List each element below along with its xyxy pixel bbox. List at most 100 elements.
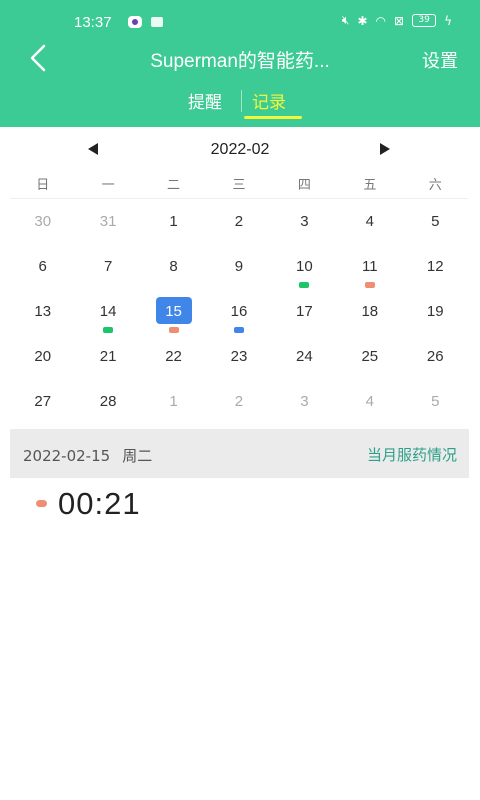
day-number: 3 [300,393,309,410]
next-month-icon[interactable] [380,143,390,155]
calendar-week-row: 20 21 22 23 24 25 26 [10,335,468,380]
calendar-day[interactable]: 13 [10,290,75,335]
month-navigator: 2022-02 [0,138,480,164]
day-number: 22 [165,348,182,365]
calendar-day[interactable]: 11 [337,245,402,290]
calendar-day[interactable]: 27 [10,380,75,425]
calendar-day[interactable]: 2 [206,380,271,425]
weekday-label: 三 [232,178,246,193]
calendar-day[interactable]: 28 [75,380,140,425]
day-number: 5 [431,393,440,410]
day-number: 30 [34,213,52,230]
notification-message-icon [151,17,163,27]
record-item[interactable]: 00:21 [36,486,236,526]
page-title: Superman的智能药... [150,51,330,72]
day-number: 21 [99,348,117,365]
charging-icon: ϟ [444,13,452,28]
month-label: 2022-02 [210,141,270,158]
day-number: 10 [296,258,313,275]
day-number: 8 [169,258,178,275]
calendar-day[interactable]: 3 [272,380,337,425]
day-number: 31 [99,213,117,230]
wifi-icon: ◠ [375,13,387,28]
calendar-week-row: 13 14 15 16 17 18 19 [10,290,468,335]
monthly-summary-link[interactable]: 当月服药情况 [367,444,457,465]
selected-date: 2022-02-15 周二 [23,445,152,466]
calendar-day[interactable]: 4 [337,380,402,425]
calendar-day[interactable]: 5 [403,200,468,245]
battery-icon: 39 [412,14,437,27]
tab-divider [241,90,242,112]
medication-record-dot [364,282,375,288]
calendar-day[interactable]: 12 [403,245,468,290]
calendar-day[interactable]: 19 [403,290,468,335]
bluetooth-icon: ✱ [357,13,368,28]
back-button[interactable] [24,42,54,74]
calendar-day[interactable]: 31 [75,200,140,245]
status-icons: 🔇︎ ✱ ◠ ⊠ 39 ϟ [342,13,452,28]
calendar-day[interactable]: 14 [75,290,140,335]
day-number: 4 [365,213,374,230]
calendar-grid: 30 31 1 2 3 4 5 6 7 8 9 10 11 12 13 14 15 16 17 18 19 20 21 22 2… [10,200,468,425]
calendar-day[interactable]: 6 [10,245,75,290]
tab-records[interactable]: 记录 [252,88,286,113]
back-arrow-icon [30,44,46,72]
calendar-day[interactable]: 7 [75,245,140,290]
calendar-day[interactable]: 23 [206,335,271,380]
day-number: 26 [426,348,444,365]
calendar-week-row: 27 28 1 2 3 4 5 [10,380,468,425]
day-number: 27 [34,393,52,410]
record-time: 00:21 [58,486,141,521]
calendar-day[interactable]: 2 [206,200,271,245]
day-number: 24 [296,348,313,365]
medication-record-dot [168,327,179,333]
calendar-day[interactable]: 10 [272,245,337,290]
calendar-day[interactable]: 4 [337,200,402,245]
day-number: 12 [426,258,444,275]
day-number: 1 [169,213,178,230]
calendar-day[interactable]: 5 [403,380,468,425]
selected-date-value: 2022-02-15 [23,447,111,465]
calendar-week-row: 30 31 1 2 3 4 5 [10,200,468,245]
day-number: 13 [34,303,52,320]
day-number: 23 [230,348,248,365]
calendar-day[interactable]: 9 [206,245,271,290]
title-bar: Superman的智能药... 设置 [0,38,480,78]
calendar-day[interactable]: 26 [403,335,468,380]
day-number: 20 [34,348,52,365]
day-number: 3 [300,213,309,230]
weekday-label: 日 [36,178,50,193]
calendar-day[interactable]: 20 [10,335,75,380]
day-number: 19 [426,303,444,320]
calendar-day[interactable]: 24 [272,335,337,380]
day-number: 16 [230,303,248,320]
calendar-day[interactable]: 25 [337,335,402,380]
calendar-day[interactable]: 16 [206,290,271,335]
calendar-day[interactable]: 18 [337,290,402,335]
day-number: 1 [169,393,178,410]
calendar-day[interactable]: 1 [141,200,206,245]
day-number: 7 [103,258,113,275]
calendar-day[interactable]: 17 [272,290,337,335]
selected-date-bar: 2022-02-15 周二 当月服药情况 [10,429,469,478]
day-number: 4 [365,393,374,410]
calendar-day[interactable]: 3 [272,200,337,245]
day-number: 25 [361,348,379,365]
day-number: 2 [234,213,244,230]
calendar-day[interactable]: 21 [75,335,140,380]
tab-reminders[interactable]: 提醒 [188,88,222,113]
day-number: 15 [165,303,182,320]
calendar-day-selected[interactable]: 15 [141,290,206,335]
calendar-day[interactable]: 30 [10,200,75,245]
sim-icon: ⊠ [394,13,405,28]
settings-button[interactable]: 设置 [422,47,458,73]
active-tab-indicator [244,116,302,119]
calendar-day[interactable]: 22 [141,335,206,380]
calendar-day[interactable]: 1 [141,380,206,425]
day-number: 11 [362,258,378,275]
weekday-label: 一 [101,178,115,193]
day-number: 28 [99,393,117,410]
calendar-day[interactable]: 8 [141,245,206,290]
medication-record-dot [299,282,310,288]
medication-record-dot [233,327,244,333]
